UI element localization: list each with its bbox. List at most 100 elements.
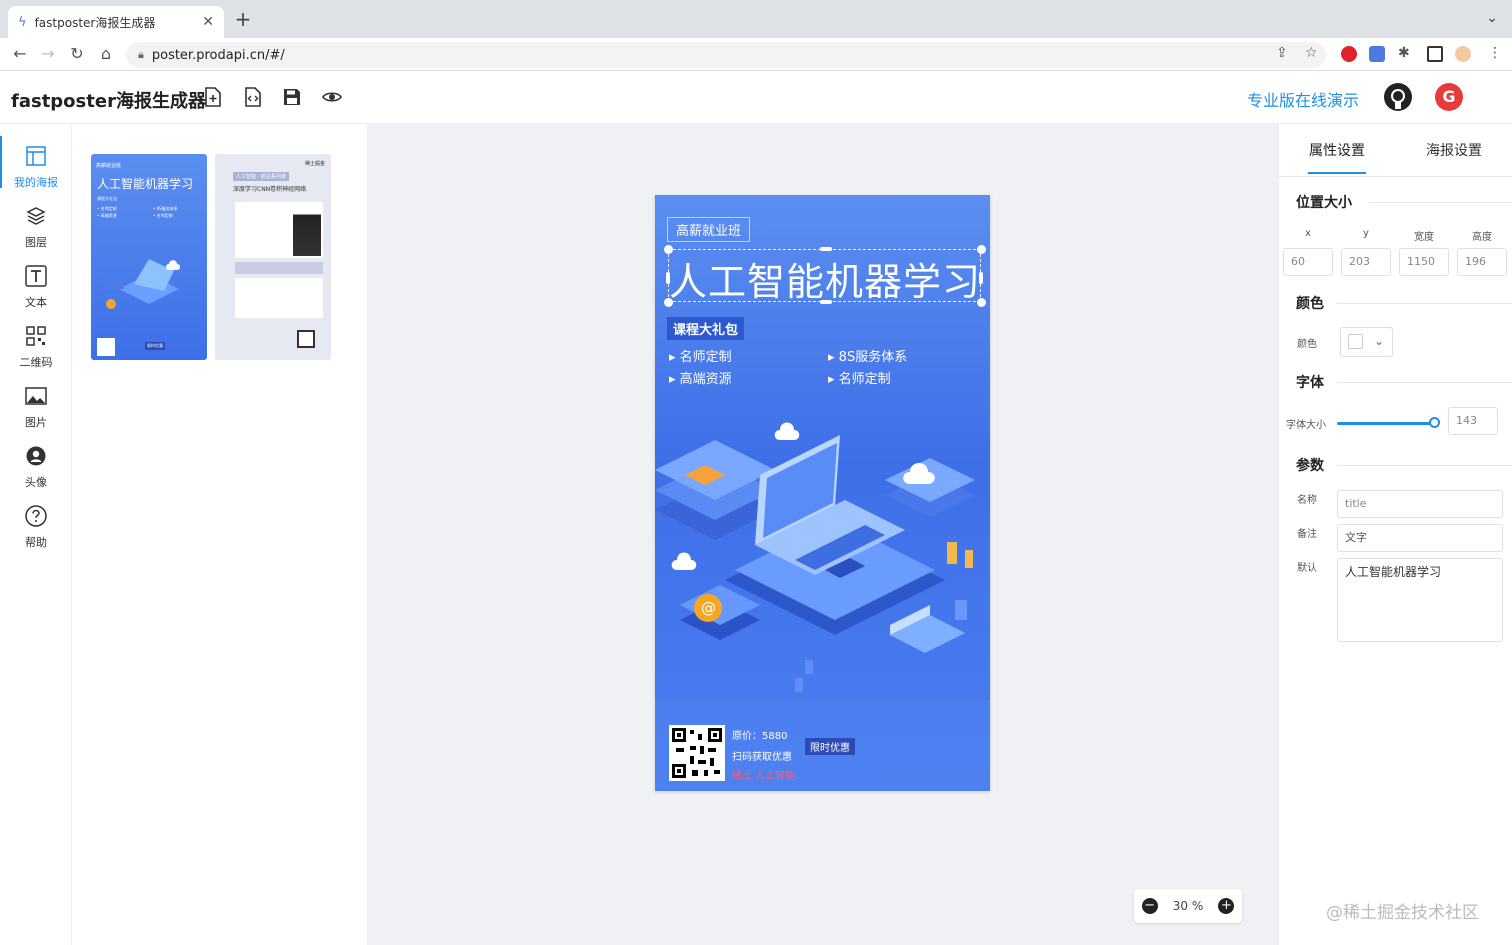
resize-handle[interactable] [664, 298, 673, 307]
poster-gift-label[interactable]: 课程大礼包 [667, 317, 745, 340]
profile-avatar[interactable] [1455, 46, 1471, 62]
y-input[interactable]: 203 [1341, 248, 1391, 276]
name-input[interactable]: title [1337, 490, 1503, 518]
code-file-icon[interactable] [242, 86, 264, 108]
thumb-title: 人工智能机器学习 [97, 177, 194, 191]
thumb-badge: 限时优惠 [145, 342, 165, 350]
app-header: fastposter海报生成器 专业版在线演示 G [0, 72, 1512, 124]
save-icon[interactable] [281, 86, 303, 108]
poster-preview[interactable]: 高薪就业班 人工智能机器学习 课程大礼包 ▸ 名师定制 ▸ 8S服务体系 ▸ 高… [655, 195, 990, 791]
poster-item-text: 高端资源 [679, 372, 732, 387]
sidebar-item-layers[interactable]: 图层 [0, 204, 72, 250]
opera-extension-icon[interactable] [1341, 46, 1357, 62]
qrcode-icon [24, 324, 48, 348]
star-icon[interactable]: ☆ [1305, 45, 1318, 61]
section-params: 参数 [1296, 458, 1324, 474]
height-label: 高度 [1472, 232, 1492, 243]
thumb-person-photo [293, 204, 321, 256]
width-label: 宽度 [1414, 232, 1434, 243]
sidepanel-icon[interactable] [1427, 46, 1443, 62]
resize-handle[interactable] [977, 298, 986, 307]
poster-item-text: 名师定制 [838, 372, 891, 387]
height-input[interactable]: 196 [1457, 248, 1507, 276]
back-icon[interactable]: ← [10, 44, 30, 64]
url-field[interactable]: 🔒︎ poster.prodapi.cn/#/ [126, 42, 1326, 68]
x-label: x [1305, 228, 1311, 239]
zoom-out-icon[interactable]: − [1141, 898, 1158, 914]
template-thumbnail-cnn[interactable]: 稀土掘金 人工智能 · 前沿系列课 深度学习CNN卷积神经网络 [215, 154, 331, 360]
default-textarea[interactable]: 人工智能机器学习 [1337, 558, 1503, 642]
sidebar-item-label: 文本 [25, 296, 47, 309]
forward-icon[interactable]: → [38, 44, 58, 64]
poster-discount-badge[interactable]: 限时优惠 [805, 738, 855, 755]
section-divider [1369, 202, 1512, 203]
resize-handle[interactable] [977, 245, 986, 254]
thumb-laptop-illustration [104, 259, 180, 309]
puzzle-extensions-icon[interactable]: ✱ [1398, 45, 1410, 61]
close-tab-icon[interactable]: ✕ [202, 14, 214, 30]
sidebar-item-image[interactable]: 图片 [0, 384, 72, 430]
resize-handle[interactable] [664, 245, 673, 254]
thumb-list-card [235, 278, 323, 318]
template-thumbnail-ai[interactable]: 高薪就业班 人工智能机器学习 课程大礼包 • 名师定制 • 8S服务体系 • 高… [91, 154, 207, 360]
poster-price[interactable]: 原价：5880 [732, 727, 787, 742]
share-icon[interactable]: ⇪ [1276, 45, 1288, 61]
thumb-item: • 8S服务体系 [153, 206, 178, 211]
sidebar-item-qrcode[interactable]: 二维码 [0, 324, 72, 370]
font-size-slider-handle[interactable] [1429, 417, 1440, 428]
sidebar-item-label: 二维码 [19, 356, 53, 369]
width-input[interactable]: 1150 [1399, 248, 1449, 276]
new-file-icon[interactable] [202, 86, 224, 108]
resize-handle[interactable] [820, 247, 832, 251]
y-label: y [1363, 228, 1369, 239]
poster-list-item[interactable]: ▸ 名师定制 [828, 368, 891, 387]
github-icon[interactable] [1384, 83, 1412, 111]
note-input[interactable]: 文字 [1337, 524, 1503, 552]
selection-box[interactable] [668, 249, 981, 302]
home-icon[interactable]: ⌂ [96, 44, 116, 64]
zoom-in-icon[interactable]: + [1218, 898, 1235, 914]
x-input[interactable]: 60 [1283, 248, 1333, 276]
browser-menu-icon[interactable]: ⋮ [1488, 45, 1502, 61]
resize-handle[interactable] [979, 272, 983, 284]
thumb-item: • 名师定制 [97, 206, 117, 211]
poster-tag[interactable]: 高薪就业班 [667, 217, 751, 242]
preview-eye-icon[interactable] [321, 86, 343, 108]
tab-poster-settings[interactable]: 海报设置 [1426, 140, 1482, 160]
sidebar-item-text[interactable]: 文本 [0, 264, 72, 310]
tab-search-chevron-icon[interactable]: ⌄ [1486, 10, 1498, 26]
chevron-down-icon: ⌄ [1373, 334, 1384, 348]
gitee-icon[interactable]: G [1435, 83, 1463, 111]
sidebar-item-my-posters[interactable]: 我的海报 [0, 144, 72, 190]
avatar-icon [24, 444, 48, 468]
poster-layout-icon [24, 144, 48, 168]
tab-title: fastposter海报生成器 [34, 15, 156, 30]
browser-tab[interactable]: ϟ fastposter海报生成器 ✕ [8, 6, 224, 38]
poster-list-item[interactable]: ▸ 名师定制 [669, 346, 732, 365]
new-tab-button[interactable]: + [232, 8, 254, 30]
sidebar-item-avatar[interactable]: 头像 [0, 444, 72, 490]
layers-icon [24, 204, 48, 228]
default-label: 默认 [1297, 563, 1317, 574]
font-size-slider-track[interactable] [1337, 422, 1434, 425]
sidebar-item-help[interactable]: 帮助 [0, 504, 72, 550]
pro-demo-link[interactable]: 专业版在线演示 [1247, 87, 1359, 111]
thumb-banner: 人工智能 · 前沿系列课 [233, 172, 289, 181]
thumb-item: • 名师定制 [153, 213, 173, 218]
resize-handle[interactable] [820, 300, 832, 304]
translate-extension-icon[interactable] [1369, 46, 1385, 62]
poster-list-item[interactable]: ▸ 8S服务体系 [828, 346, 907, 365]
reload-icon[interactable]: ↻ [67, 44, 87, 64]
sidebar-item-label: 我的海报 [14, 176, 58, 189]
tab-attribute-settings[interactable]: 属性设置 [1309, 140, 1365, 160]
sidebar-item-label: 帮助 [25, 536, 47, 549]
poster-red-text[interactable]: 稀土 人工智能 [732, 767, 795, 782]
font-size-input[interactable]: 143 [1448, 407, 1498, 435]
poster-qrcode[interactable] [669, 725, 725, 781]
poster-list-item[interactable]: ▸ 高端资源 [669, 368, 732, 387]
color-picker[interactable]: ⌄ [1340, 327, 1393, 357]
url-text: poster.prodapi.cn/#/ [151, 47, 285, 63]
app-title: fastposter海报生成器 [11, 91, 206, 112]
poster-scan-text[interactable]: 扫码获取优惠 [732, 748, 792, 763]
resize-handle[interactable] [666, 272, 670, 284]
